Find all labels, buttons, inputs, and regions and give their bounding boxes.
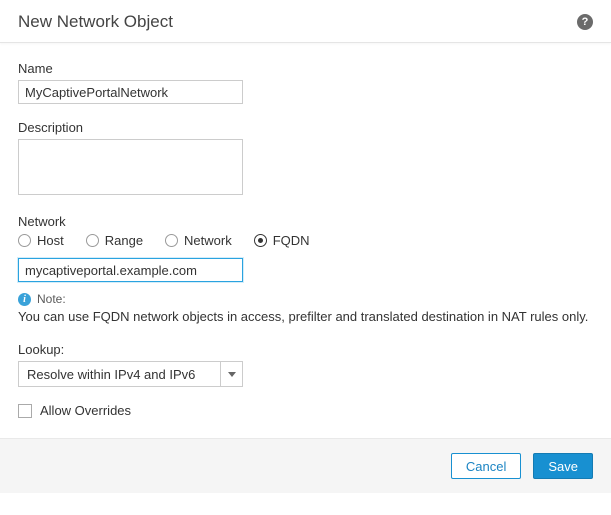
radio-fqdn-label: FQDN xyxy=(273,233,310,248)
fqdn-note: i Note: You can use FQDN network objects… xyxy=(18,292,593,324)
allow-overrides-checkbox[interactable]: Allow Overrides xyxy=(18,403,593,418)
name-label: Name xyxy=(18,61,593,76)
lookup-label: Lookup: xyxy=(18,342,593,357)
note-body-text: You can use FQDN network objects in acce… xyxy=(18,309,593,324)
radio-fqdn-indicator xyxy=(254,234,267,247)
network-type-radiogroup: Host Range Network FQDN xyxy=(18,233,593,248)
help-icon[interactable]: ? xyxy=(577,14,593,30)
note-header: i Note: xyxy=(18,292,593,306)
info-icon: i xyxy=(18,293,31,306)
radio-network[interactable]: Network xyxy=(165,233,232,248)
name-section: Name xyxy=(18,61,593,104)
radio-host-indicator xyxy=(18,234,31,247)
dialog-header: New Network Object ? xyxy=(0,0,611,43)
radio-range[interactable]: Range xyxy=(86,233,143,248)
save-button[interactable]: Save xyxy=(533,453,593,479)
allow-overrides-box xyxy=(18,404,32,418)
dialog-footer: Cancel Save xyxy=(0,438,611,493)
radio-network-label: Network xyxy=(184,233,232,248)
dialog-title: New Network Object xyxy=(18,12,173,32)
network-section: Network Host Range Network FQDN xyxy=(18,214,593,282)
chevron-down-icon xyxy=(220,362,242,386)
lookup-select[interactable]: Resolve within IPv4 and IPv6 xyxy=(18,361,243,387)
network-label: Network xyxy=(18,214,593,229)
lookup-section: Lookup: Resolve within IPv4 and IPv6 xyxy=(18,342,593,387)
description-label: Description xyxy=(18,120,593,135)
dialog-body: Name Description Network Host Range xyxy=(0,43,611,438)
description-section: Description xyxy=(18,120,593,198)
new-network-object-dialog: New Network Object ? Name Description Ne… xyxy=(0,0,611,493)
radio-network-indicator xyxy=(165,234,178,247)
lookup-select-value: Resolve within IPv4 and IPv6 xyxy=(27,367,195,382)
name-input[interactable] xyxy=(18,80,243,104)
note-head-text: Note: xyxy=(37,292,66,306)
radio-host-label: Host xyxy=(37,233,64,248)
network-value-input[interactable] xyxy=(18,258,243,282)
radio-host[interactable]: Host xyxy=(18,233,64,248)
radio-fqdn[interactable]: FQDN xyxy=(254,233,310,248)
description-input[interactable] xyxy=(18,139,243,195)
allow-overrides-label: Allow Overrides xyxy=(40,403,131,418)
radio-range-indicator xyxy=(86,234,99,247)
cancel-button[interactable]: Cancel xyxy=(451,453,521,479)
radio-range-label: Range xyxy=(105,233,143,248)
